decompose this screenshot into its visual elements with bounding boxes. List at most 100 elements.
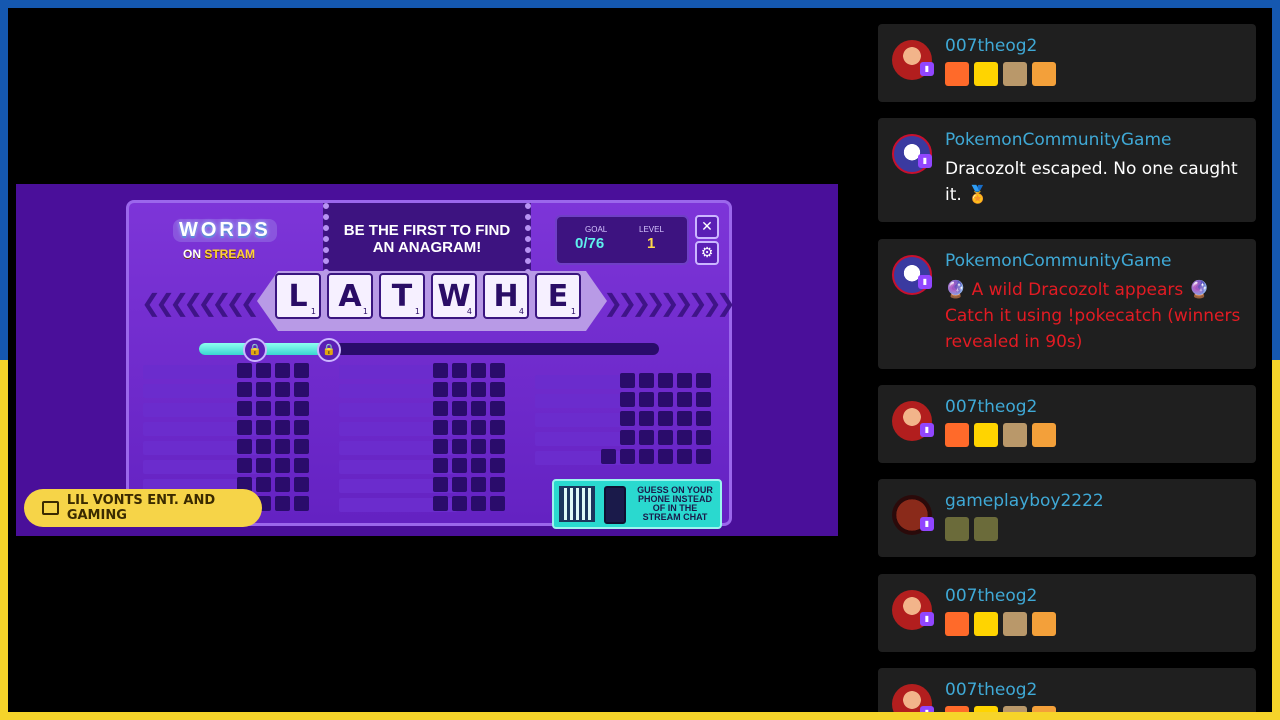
chat-username[interactable]: 007theog2 [945, 680, 1037, 700]
channel-badge: LIL VONTS ENT. AND GAMING [24, 489, 262, 527]
word-slot-row [535, 411, 715, 428]
level-value: 1 [647, 235, 656, 252]
avatar[interactable]: ▮ [892, 401, 934, 441]
avatar[interactable]: ▮ [892, 134, 932, 174]
gulag-emote-icon [945, 517, 969, 541]
logo-on-stream: ON STREAM [183, 247, 255, 261]
bird-emote-icon [974, 706, 998, 712]
word-slot-row [535, 449, 715, 466]
logo-on: ON [183, 247, 201, 261]
chat-message: ▮ 007theog2 [878, 24, 1256, 102]
goal-level-box: GOAL 0/76 LEVEL 1 [555, 215, 689, 265]
word-slot-row [143, 363, 323, 380]
chat-message: ▮ 007theog2 [878, 668, 1256, 712]
letter-tiles: L1A1T1W4H4E1 [275, 273, 581, 319]
goal-value: 0/76 [575, 235, 605, 252]
dog-emote-icon [1032, 612, 1056, 636]
dog-emote-icon [1032, 423, 1056, 447]
seven-emote-icon [945, 706, 969, 712]
avatar[interactable]: ▮ [892, 255, 932, 295]
tile-points: 1 [362, 307, 368, 316]
chat-username[interactable]: 007theog2 [945, 397, 1037, 417]
bird-emote-icon [974, 423, 998, 447]
bird-emote-icon [974, 612, 998, 636]
avatar[interactable]: ▮ [892, 40, 934, 80]
avatar[interactable]: ▮ [892, 495, 934, 535]
chat-username[interactable]: PokemonCommunityGame [945, 251, 1171, 271]
seven-emote-icon [945, 423, 969, 447]
tv-icon [42, 501, 59, 515]
word-slot-row [535, 430, 715, 447]
qr-guess-box: GUESS ON YOUR PHONE INSTEAD OF IN THE ST… [552, 479, 722, 529]
word-slot-row [339, 382, 519, 399]
word-slot-row [143, 382, 323, 399]
tile-points: 4 [518, 307, 524, 316]
chevrons-right-icon: ❯❯❯❯❯❯❯❯❯ [603, 289, 736, 317]
word-slot-row [339, 458, 519, 475]
twitch-icon: ▮ [918, 275, 932, 289]
twitch-icon: ▮ [920, 62, 934, 76]
twitch-icon: ▮ [920, 517, 934, 531]
face-emote-icon [1003, 706, 1027, 712]
emote-list [945, 517, 998, 541]
tile-letter: E [547, 278, 569, 314]
letter-tile: T1 [379, 273, 425, 319]
word-slot-row [535, 373, 715, 390]
gear-icon[interactable]: ⚙ [695, 241, 719, 265]
avatar[interactable]: ▮ [892, 590, 934, 630]
chat-username[interactable]: 007theog2 [945, 586, 1037, 606]
emote-list [945, 62, 1056, 86]
lock-icon: 🔒 [243, 338, 267, 362]
word-slot-row [339, 439, 519, 456]
face-emote-icon [1003, 423, 1027, 447]
twitch-icon: ▮ [920, 423, 934, 437]
letter-tile: L1 [275, 273, 321, 319]
letter-tile: E1 [535, 273, 581, 319]
lock-icon: 🔒 [317, 338, 341, 362]
word-slot-row [339, 363, 519, 380]
twitch-icon: ▮ [920, 706, 934, 712]
tile-letter: L [288, 278, 308, 314]
twitch-icon: ▮ [918, 154, 932, 168]
chat-message: ▮ gameplayboy2222 [878, 479, 1256, 557]
chat-username[interactable]: PokemonCommunityGame [945, 130, 1171, 150]
chat-text: Dracozolt escaped. No one caught it. 🏅 [945, 159, 1238, 205]
chat-username[interactable]: 007theog2 [945, 36, 1037, 56]
qr-code [559, 486, 595, 522]
chat-message: ▮ 007theog2 [878, 574, 1256, 652]
game-logo: WORDS ON STREAM [173, 217, 277, 271]
twitch-icon: ▮ [920, 612, 934, 626]
word-slot-row [143, 420, 323, 437]
chat-username[interactable]: gameplayboy2222 [945, 491, 1104, 511]
channel-name: LIL VONTS ENT. AND GAMING [66, 493, 216, 523]
words-on-stream-board: WORDS ON STREAM BE THE FIRST TO FIND AN … [126, 200, 736, 529]
word-column [535, 373, 715, 468]
word-column [339, 363, 519, 515]
seven-emote-icon [945, 62, 969, 86]
avatar[interactable]: ▮ [892, 684, 934, 712]
stream-frame: WORDS ON STREAM BE THE FIRST TO FIND AN … [8, 8, 1272, 712]
tile-points: 1 [310, 307, 316, 316]
letter-tile: H4 [483, 273, 529, 319]
dog-emote-icon [1032, 62, 1056, 86]
emote-list [945, 612, 1056, 636]
game-prompt: BE THE FIRST TO FIND AN ANAGRAM! [323, 203, 531, 275]
word-slot-row [535, 392, 715, 409]
tile-points: 4 [466, 307, 472, 316]
dog-emote-icon [1032, 706, 1056, 712]
word-slot-row [339, 477, 519, 494]
word-slot-row [143, 458, 323, 475]
logo-stream: STREAM [204, 247, 256, 261]
close-icon[interactable]: ✕ [695, 215, 719, 239]
bird-emote-icon [974, 62, 998, 86]
tile-letter: H [493, 278, 519, 314]
emote-list [945, 423, 1056, 447]
phone-icon [604, 486, 626, 524]
word-slot-row [339, 420, 519, 437]
tile-points: 1 [570, 307, 576, 316]
face-emote-icon [1003, 612, 1027, 636]
tile-points: 1 [414, 307, 420, 316]
chat-message: ▮ 007theog2 [878, 385, 1256, 463]
chat-text: 🔮 A wild Dracozolt appears 🔮 Catch it us… [945, 280, 1241, 352]
emote-list [945, 706, 1056, 712]
